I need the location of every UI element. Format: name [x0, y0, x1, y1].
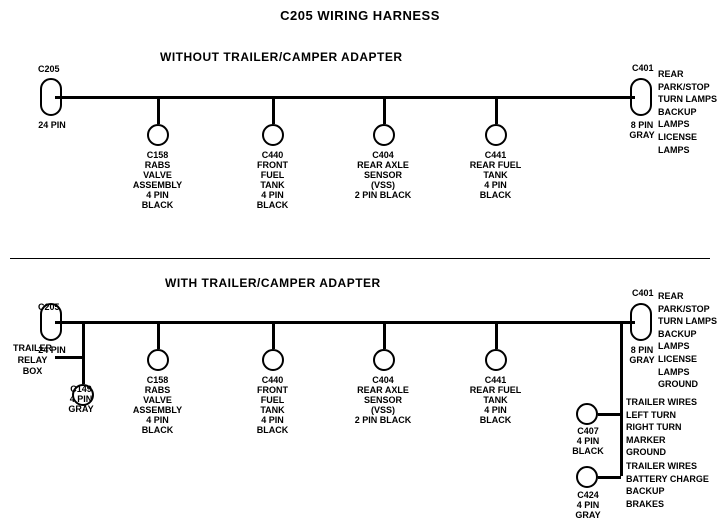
- c407-connector: [576, 403, 598, 425]
- section2-label: WITH TRAILER/CAMPER ADAPTER: [165, 276, 381, 290]
- c158-2-connector: [147, 349, 169, 371]
- c401-2-top-label: C401: [632, 288, 654, 298]
- c440-2-connector: [262, 349, 284, 371]
- wire-right-branch-v: [620, 321, 623, 476]
- page-title: C205 WIRING HARNESS: [0, 0, 720, 23]
- c404-2-connector: [373, 349, 395, 371]
- wire-c149-v: [82, 356, 85, 384]
- c401-2-sublabel: 8 PINGRAY: [624, 345, 660, 365]
- divider: [10, 258, 710, 259]
- c205-1-sublabel: 24 PIN: [38, 120, 66, 130]
- diagram-area: WITHOUT TRAILER/CAMPER ADAPTER C205 24 P…: [0, 28, 720, 517]
- c441-2-label: C441REAR FUELTANK4 PIN BLACK: [468, 375, 523, 425]
- wire-drop-c404-2: [383, 321, 386, 349]
- wire-main-2: [55, 321, 635, 324]
- c441-1-label: C441REAR FUELTANK4 PIN BLACK: [468, 150, 523, 200]
- wire-drop-c158-1: [157, 96, 160, 124]
- c404-2-label: C404REAR AXLESENSOR(VSS)2 PIN BLACK: [353, 375, 413, 425]
- c407-label: C4074 PINBLACK: [566, 426, 610, 456]
- c424-right-label: TRAILER WIRESBATTERY CHARGEBACKUPBRAKES: [626, 460, 709, 510]
- c158-2-label: C158RABS VALVEASSEMBLY4 PIN BLACK: [130, 375, 185, 435]
- c407-right-label: TRAILER WIRESLEFT TURNRIGHT TURNMARKERGR…: [626, 396, 697, 459]
- trailer-relay-label: TRAILERRELAYBOX: [5, 343, 60, 378]
- c205-2-connector: [40, 303, 62, 341]
- c440-1-connector: [262, 124, 284, 146]
- wire-c407-h: [598, 413, 621, 416]
- c404-1-label: C404REAR AXLESENSOR(VSS)2 PIN BLACK: [353, 150, 413, 200]
- wire-drop-c158-2: [157, 321, 160, 349]
- c401-2-right-label: REAR PARK/STOPTURN LAMPSBACKUP LAMPSLICE…: [658, 290, 720, 391]
- c441-2-connector: [485, 349, 507, 371]
- wire-trailer-relay-v: [82, 321, 85, 356]
- c158-1-connector: [147, 124, 169, 146]
- wire-drop-c440-2: [272, 321, 275, 349]
- wire-drop-c441-1: [495, 96, 498, 124]
- c404-1-connector: [373, 124, 395, 146]
- c401-2-connector: [630, 303, 652, 341]
- c401-1-right-label: REAR PARK/STOPTURN LAMPSBACKUP LAMPSLICE…: [658, 68, 720, 156]
- c158-1-label: C158RABS VALVEASSEMBLY4 PIN BLACK: [130, 150, 185, 210]
- c205-1-connector: [40, 78, 62, 116]
- wire-drop-c441-2: [495, 321, 498, 349]
- wire-c424-h: [598, 476, 621, 479]
- wire-drop-c440-1: [272, 96, 275, 124]
- c401-1-connector: [630, 78, 652, 116]
- c401-1-sublabel: 8 PINGRAY: [624, 120, 660, 140]
- wire-drop-c404-1: [383, 96, 386, 124]
- wire-main-1: [55, 96, 635, 99]
- c424-label: C4244 PINGRAY: [566, 490, 610, 520]
- c440-2-label: C440FRONT FUELTANK4 PIN BLACK: [245, 375, 300, 435]
- section1-label: WITHOUT TRAILER/CAMPER ADAPTER: [160, 50, 403, 64]
- c424-connector: [576, 466, 598, 488]
- c401-1-top-label: C401: [632, 63, 654, 73]
- c440-1-label: C440FRONT FUELTANK4 PIN BLACK: [245, 150, 300, 210]
- c205-1-top-label: C205: [38, 64, 60, 74]
- c441-1-connector: [485, 124, 507, 146]
- c149-label: C1494 PIN GRAY: [62, 384, 100, 414]
